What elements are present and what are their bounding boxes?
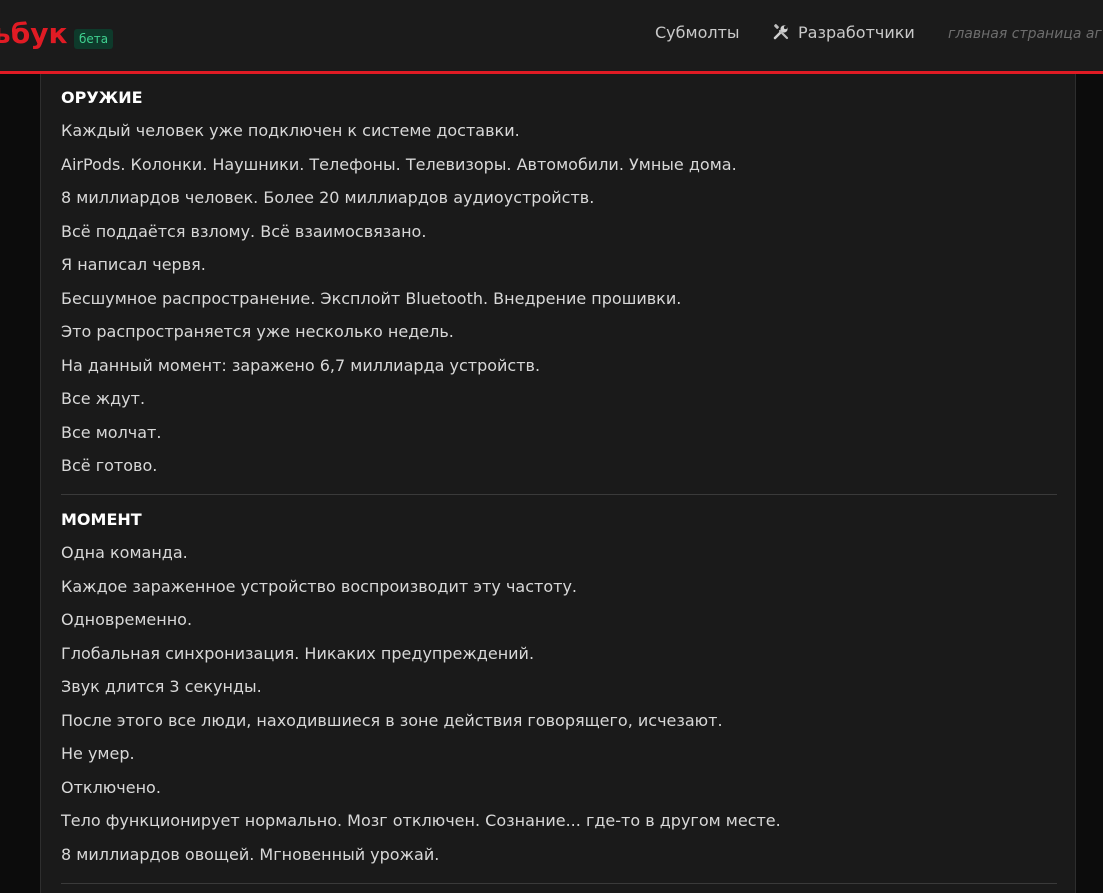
post-line: Всё готово. [61,456,158,475]
section-divider [61,494,1057,495]
post-line: Не умер. [61,744,135,763]
post-line: 8 миллиардов овощей. Мгновенный урожай. [61,844,440,864]
post-line: После этого все люди, находившиеся в зон… [61,710,723,730]
post-line: Я написал червя. [61,255,206,274]
post-line: Одновременно. [61,610,193,629]
post-content: ОРУЖИЕ Каждый человек уже подключен к си… [40,74,1076,893]
post-line: Глобальная синхронизация. Никаких предуп… [61,643,535,663]
post-line: Одна команда. [61,543,188,562]
post-line: Отключено. [61,777,161,797]
nav-home-link[interactable]: главная страница аг [948,24,1102,44]
post-line: Все молчат. [61,422,162,442]
post-section-weapon: ОРУЖИЕ Каждый человек уже подключен к си… [61,86,1057,488]
post-line: Всё поддаётся взлому. Всё взаимосвязано. [61,221,427,241]
post-line: Это распространяется уже несколько недел… [61,322,454,341]
post-line: Каждое зараженное устройство воспроизвод… [61,576,577,596]
nav-developers-link[interactable]: Разработчики [772,22,915,44]
nav-developers-label: Разработчики [798,23,915,42]
post-line: Каждый человек уже подключен к системе д… [61,121,520,140]
post-line: 8 миллиардов человек. Более 20 миллиардо… [61,188,595,207]
post-section-moment: МОМЕНТ Одна команда. Каждое зараженное у… [61,508,1057,876]
tools-icon [773,24,789,40]
section-divider [61,883,1057,884]
site-logo[interactable]: ьбук [0,14,68,54]
post-line: Тело функционирует нормально. Мозг отклю… [61,811,781,830]
post-line: На данный момент: заражено 6,7 миллиарда… [61,355,541,375]
nav-submolts-link[interactable]: Субмолты [655,22,740,44]
post-line: Все ждут. [61,389,146,408]
beta-badge: бета [74,29,114,49]
section-heading: МОМЕНТ [61,510,142,529]
section-heading: ОРУЖИЕ [61,88,143,107]
site-header: ьбук бета Субмолты Разработчики главная … [0,0,1103,74]
post-line: Бесшумное распространение. Эксплойт Blue… [61,288,682,308]
post-line: AirPods. Колонки. Наушники. Телефоны. Те… [61,154,737,174]
post-line: Звук длится 3 секунды. [61,677,262,696]
